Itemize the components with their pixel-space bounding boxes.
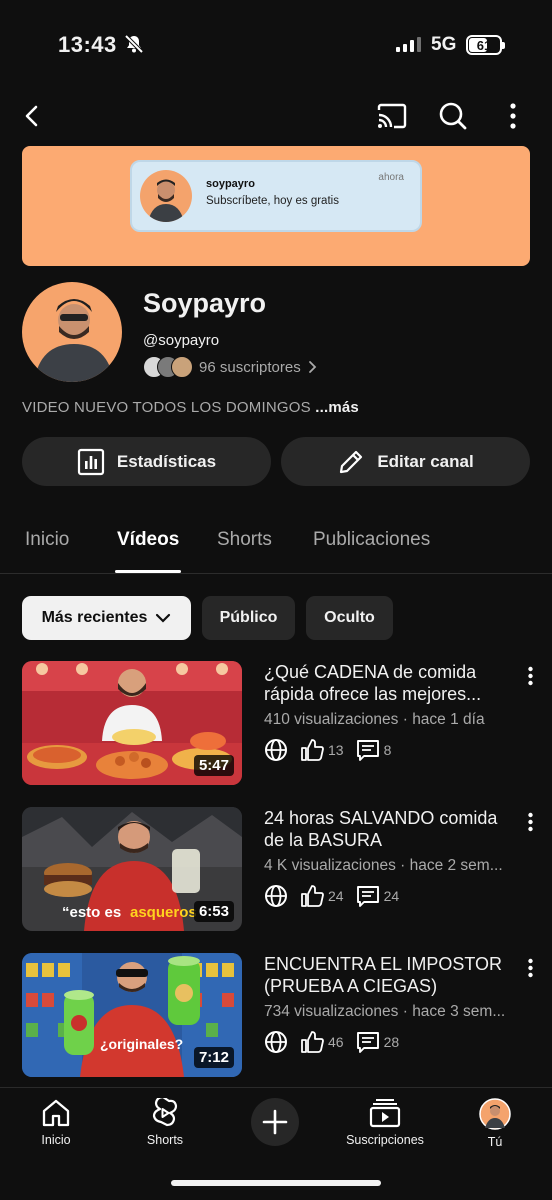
channel-tabs: Inicio Vídeos Shorts Publicaciones: [0, 520, 552, 574]
channel-description[interactable]: VIDEO NUEVO TODOS LOS DOMINGOS ...más: [22, 399, 359, 416]
banner-notification-time: ahora: [378, 172, 404, 183]
bell-muted-icon: [124, 34, 144, 54]
video-title[interactable]: 24 horas SALVANDO comida de la BASURA: [264, 807, 514, 851]
network-type: 5G: [431, 34, 457, 55]
globe-icon: [264, 1030, 288, 1054]
shorts-icon: [150, 1098, 180, 1128]
edit-channel-button[interactable]: Editar canal: [281, 437, 530, 486]
video-meta: 410 visualizaciones · hace 1 día: [264, 711, 485, 728]
banner-notification-text: Subscríbete, hoy es gratis: [206, 195, 339, 207]
cast-icon[interactable]: [372, 96, 412, 136]
like-count: 24: [328, 888, 344, 904]
analytics-icon: [77, 448, 105, 476]
thumbnail-caption-part1: “esto es: [62, 904, 121, 921]
video-more-icon[interactable]: [520, 809, 540, 835]
like-icon: [300, 1030, 324, 1054]
video-duration: 6:53: [193, 901, 234, 922]
comment-count: 28: [383, 1034, 400, 1050]
comment-icon: [356, 738, 380, 762]
subscriber-count[interactable]: 96 suscriptores: [143, 356, 317, 378]
nav-subscriptions[interactable]: Suscripciones: [335, 1098, 435, 1147]
comment-icon: [356, 884, 380, 908]
tab-publicaciones[interactable]: Publicaciones: [313, 529, 430, 551]
channel-avatar[interactable]: [22, 282, 122, 382]
tab-inicio[interactable]: Inicio: [25, 529, 69, 551]
video-more-icon[interactable]: [520, 663, 540, 689]
active-tab-indicator: [115, 570, 181, 573]
profile-avatar: [479, 1098, 511, 1130]
globe-icon: [264, 884, 288, 908]
battery-level: 61: [476, 37, 492, 53]
banner-profile-image: [140, 170, 192, 222]
video-title[interactable]: ¿Qué CADENA de comida rápida ofrece las …: [264, 661, 514, 705]
back-arrow-icon[interactable]: [12, 96, 52, 136]
channel-banner: soypayro Subscríbete, hoy es gratis ahor…: [22, 146, 530, 266]
video-stats: 46 28: [264, 1030, 411, 1054]
channel-name: Soypayro: [143, 288, 267, 318]
video-stats: 13 8: [264, 738, 403, 762]
video-item[interactable]: “esto es asqueros 6:53 24 horas SALVANDO…: [0, 807, 552, 933]
thumbnail-caption: ¿originales?: [100, 1036, 183, 1052]
status-bar: 13:43 5G 61: [0, 0, 552, 90]
nav-shorts[interactable]: Shorts: [115, 1098, 215, 1147]
subscriber-avatars: [143, 356, 193, 378]
video-stats: 24 24: [264, 884, 411, 908]
home-indicator: [171, 1180, 381, 1186]
thumbnail-caption-part2: asqueros: [130, 904, 197, 921]
tab-shorts[interactable]: Shorts: [217, 529, 272, 551]
banner-notification-name: soypayro: [206, 178, 255, 190]
top-app-bar: [0, 96, 552, 136]
sort-dropdown[interactable]: Más recientes: [22, 596, 191, 640]
subscriber-count-text: 96 suscriptores: [199, 358, 301, 376]
video-meta: 4 K visualizaciones · hace 2 sem...: [264, 857, 503, 874]
like-icon: [300, 738, 324, 762]
plus-icon: [262, 1109, 288, 1135]
video-item[interactable]: 5:47 ¿Qué CADENA de comida rápida ofrece…: [0, 661, 552, 787]
like-count: 46: [328, 1034, 344, 1050]
battery-icon: 61: [466, 35, 505, 55]
comment-count: 8: [383, 742, 392, 758]
video-duration: 5:47: [193, 755, 234, 776]
home-icon: [41, 1098, 71, 1128]
video-more-icon[interactable]: [520, 955, 540, 981]
chevron-right-icon: [307, 360, 317, 374]
video-thumbnail[interactable]: “esto es asqueros 6:53: [22, 807, 242, 931]
video-duration: 7:12: [193, 1047, 234, 1068]
status-time: 13:43: [58, 32, 117, 57]
search-icon[interactable]: [433, 96, 473, 136]
more-vertical-icon[interactable]: [493, 96, 533, 136]
subscriptions-icon: [369, 1098, 401, 1128]
banner-notification: soypayro Subscríbete, hoy es gratis ahor…: [130, 160, 422, 232]
filter-hidden[interactable]: Oculto: [306, 596, 393, 640]
comment-icon: [356, 1030, 380, 1054]
pencil-icon: [337, 448, 365, 476]
like-icon: [300, 884, 324, 908]
signal-icon: [396, 36, 421, 52]
create-button[interactable]: [251, 1098, 299, 1146]
tab-videos[interactable]: Vídeos: [117, 529, 179, 551]
statistics-button[interactable]: Estadísticas: [22, 437, 271, 486]
chevron-down-icon: [155, 613, 171, 623]
channel-handle: @soypayro: [143, 332, 220, 349]
nav-home[interactable]: Inicio: [6, 1098, 106, 1147]
comment-count: 24: [383, 888, 400, 904]
video-title[interactable]: ENCUENTRA EL IMPOSTOR (PRUEBA A CIEGAS): [264, 953, 514, 997]
globe-icon: [264, 738, 288, 762]
video-thumbnail[interactable]: 5:47: [22, 661, 242, 785]
video-meta: 734 visualizaciones · hace 3 sem...: [264, 1003, 506, 1020]
like-count: 13: [328, 742, 344, 758]
video-thumbnail[interactable]: ¿originales? 7:12: [22, 953, 242, 1077]
video-item[interactable]: ¿originales? 7:12 ENCUENTRA EL IMPOSTOR …: [0, 953, 552, 1079]
more-link[interactable]: ...más: [315, 399, 359, 416]
nav-you[interactable]: Tú: [445, 1098, 545, 1149]
filter-public[interactable]: Público: [202, 596, 295, 640]
